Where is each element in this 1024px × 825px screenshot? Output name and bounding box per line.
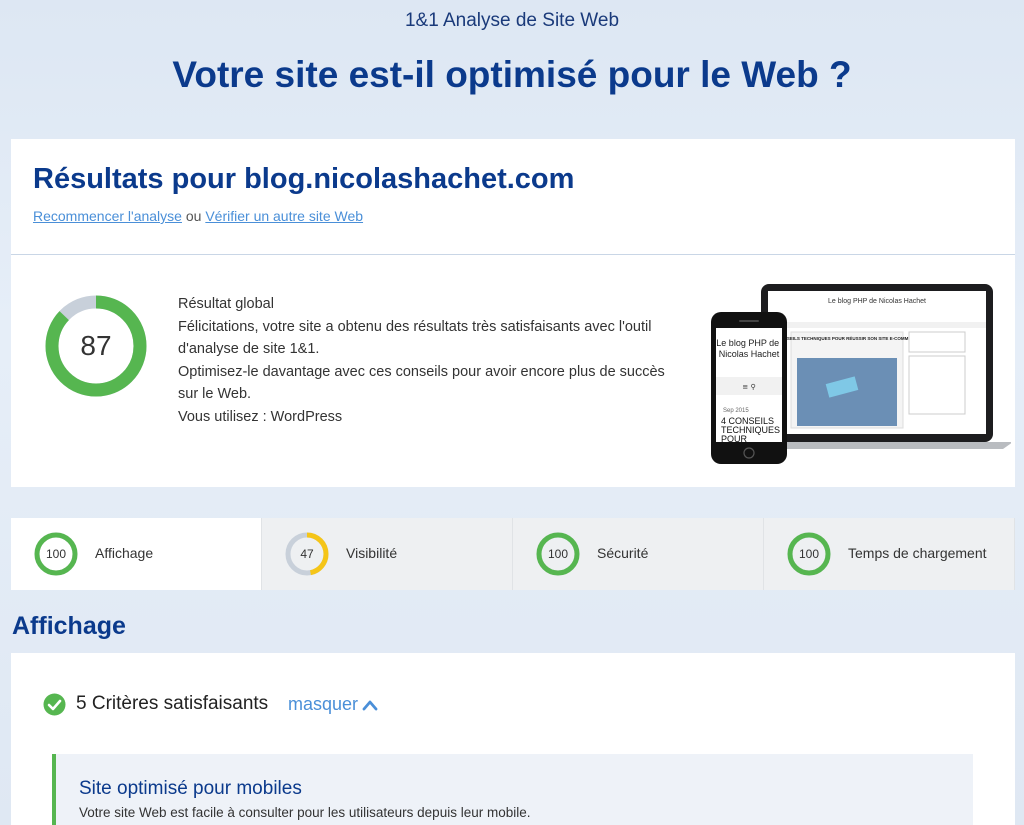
criterion-item: Site optimisé pour mobiles Votre site We…	[52, 754, 973, 825]
summary-advice: Optimisez-le davantage avec ces conseils…	[178, 363, 665, 403]
tab-label: Temps de chargement	[848, 545, 987, 561]
check-other-site-link[interactable]: Vérifier un autre site Web	[205, 208, 363, 224]
phone-menu-icons: ≡ ⚲	[742, 383, 755, 391]
summary-congrats: Félicitations, votre site a obtenu des r…	[178, 318, 652, 358]
hide-criteria-toggle[interactable]: masquer	[288, 694, 378, 715]
device-preview: Le blog PHP de Nicolas Hachet 4 CONSEILS…	[701, 282, 1013, 467]
summary-block: Résultat global Félicitations, votre sit…	[178, 293, 668, 428]
summary-cms: Vous utilisez : WordPress	[178, 408, 343, 425]
criteria-count: 5 Critères satisfaisants	[76, 693, 269, 714]
laptop-sidebar-social	[908, 331, 966, 353]
tab-label: Affichage	[95, 545, 154, 561]
category-tabs: 100 Affichage 47 Visibilité 100 Sécurité…	[11, 518, 1015, 590]
results-card: Résultats pour blog.nicolashachet.com Re…	[11, 139, 1015, 487]
tab-temps-de-chargement[interactable]: 100 Temps de chargement	[764, 518, 1015, 590]
results-links: Recommencer l'analyse ou Vérifier un aut…	[33, 208, 363, 224]
criteria-card: 5 Critères satisfaisants masquer Site op…	[11, 653, 1015, 825]
tab-securite[interactable]: 100 Sécurité	[513, 518, 764, 590]
device-preview-illustration: Le blog PHP de Nicolas Hachet 4 CONSEILS…	[711, 284, 1013, 464]
tab-score-value: 100	[798, 547, 820, 561]
brand-title: 1&1 Analyse de Site Web	[404, 10, 620, 31]
tab-visibilite[interactable]: 47 Visibilité	[262, 518, 513, 590]
laptop-nav	[768, 322, 986, 328]
tab-affichage[interactable]: 100 Affichage	[11, 518, 262, 590]
results-title: Résultats pour blog.nicolashachet.com	[33, 163, 575, 195]
page-headline: Votre site est-il optimisé pour le Web ?	[172, 54, 852, 95]
phone-post-date: Sep 2015	[723, 408, 749, 414]
section-title: Affichage	[12, 612, 126, 640]
link-connector: ou	[181, 208, 206, 224]
phone-site-title: Le blog PHP de Nicolas Hachet	[716, 338, 781, 359]
toggle-label: masquer	[288, 694, 359, 714]
laptop-site-title: Le blog PHP de Nicolas Hachet	[828, 298, 926, 305]
laptop-post-title: 4 CONSEILS TECHNIQUES POUR RÉUSSIR SON S…	[773, 334, 921, 341]
tab-score-value: 100	[547, 547, 569, 561]
laptop-sidebar-widget	[908, 355, 966, 415]
check-circle-icon	[43, 693, 66, 716]
criterion-title: Site optimisé pour mobiles	[79, 778, 302, 799]
summary-heading: Résultat global	[178, 296, 274, 312]
tab-score-value: 100	[45, 547, 67, 561]
tab-score-value: 47	[300, 547, 314, 561]
global-score-value: 87	[80, 330, 112, 361]
restart-analysis-link[interactable]: Recommencer l'analyse	[33, 208, 182, 224]
global-score-gauge: 87	[44, 294, 148, 398]
phone-speaker	[739, 320, 759, 322]
chevron-up-icon	[362, 700, 378, 711]
divider	[11, 254, 1015, 255]
criterion-description: Votre site Web est facile à consulter po…	[79, 805, 531, 820]
tab-label: Visibilité	[346, 545, 398, 561]
tab-label: Sécurité	[597, 545, 649, 561]
